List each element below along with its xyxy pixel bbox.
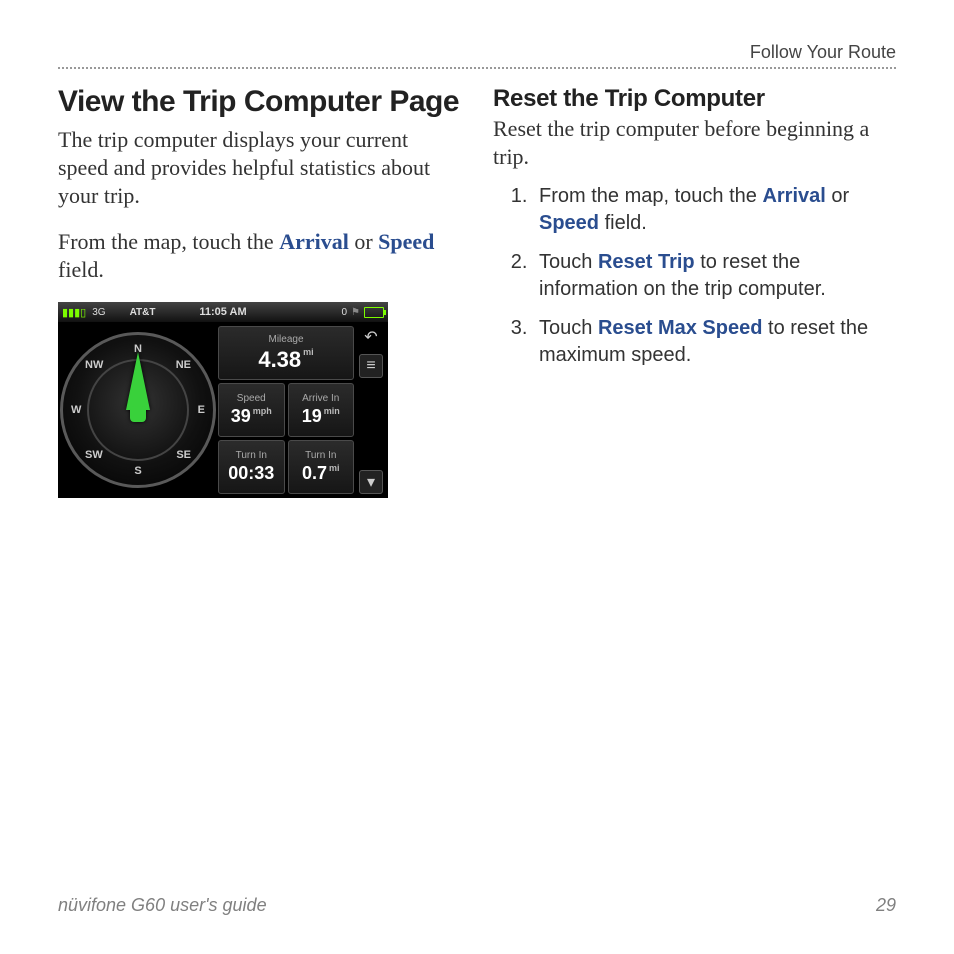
text: or xyxy=(349,229,378,254)
speed-tile[interactable]: Speed 39mph xyxy=(218,383,285,437)
status-indicator: 0 xyxy=(341,307,347,318)
network-label: 3G xyxy=(92,307,105,318)
side-toolbar: ↶ ≡ ▾ xyxy=(354,322,388,498)
step-item: Touch Reset Trip to reset the informatio… xyxy=(533,249,896,303)
menu-icon[interactable]: ≡ xyxy=(359,354,383,378)
signal-icon: ▮▮▮▯ xyxy=(62,306,86,319)
keyword-speed: Speed xyxy=(378,229,434,254)
turn-dist-tile[interactable]: Turn In 0.7mi xyxy=(288,440,355,494)
text: Touch xyxy=(539,251,598,273)
compass-w: W xyxy=(71,404,81,416)
keyword: Arrival xyxy=(762,185,825,207)
step-item: From the map, touch the Arrival or Speed… xyxy=(533,183,896,237)
subsection-intro: Reset the trip computer before beginning… xyxy=(493,115,896,171)
instruction-paragraph: From the map, touch the Arrival or Speed… xyxy=(58,228,461,284)
mileage-tile[interactable]: Mileage 4.38mi xyxy=(218,326,354,380)
tile-value: 39mph xyxy=(231,406,272,427)
battery-icon xyxy=(364,307,384,318)
compass-s: S xyxy=(134,465,141,477)
text: Touch xyxy=(539,317,598,339)
footer-page-number: 29 xyxy=(876,895,896,916)
keyword: Reset Trip xyxy=(598,251,695,273)
trip-tiles: Mileage 4.38mi Speed 39mph Arrive In xyxy=(218,322,354,498)
arrive-tile[interactable]: Arrive In 19min xyxy=(288,383,355,437)
compass-ne: NE xyxy=(176,359,191,371)
compass: N NE E SE S SW W NW xyxy=(60,332,216,488)
tile-value: 19min xyxy=(302,406,340,427)
compass-needle-icon xyxy=(126,352,150,410)
clock: 11:05 AM xyxy=(199,306,246,318)
turn-time-tile[interactable]: Turn In 00:33 xyxy=(218,440,285,494)
text: field. xyxy=(599,212,647,234)
tile-label: Mileage xyxy=(268,334,303,345)
bt-icon: ⚑ xyxy=(351,307,360,318)
text: or xyxy=(826,185,849,207)
breadcrumb: Follow Your Route xyxy=(58,42,896,63)
intro-paragraph: The trip computer displays your current … xyxy=(58,126,461,210)
tile-value: 0.7mi xyxy=(302,463,340,484)
steps-list: From the map, touch the Arrival or Speed… xyxy=(493,183,896,369)
page-footer: nüvifone G60 user's guide 29 xyxy=(58,895,896,916)
compass-sw: SW xyxy=(85,449,103,461)
compass-e: E xyxy=(198,404,205,416)
back-icon[interactable]: ↶ xyxy=(360,326,382,348)
tile-label: Speed xyxy=(237,393,266,404)
section-title: View the Trip Computer Page xyxy=(58,85,461,120)
compass-panel[interactable]: N NE E SE S SW W NW xyxy=(58,322,218,498)
divider xyxy=(58,67,896,69)
tile-value: 4.38mi xyxy=(258,347,313,373)
keyword-arrival: Arrival xyxy=(279,229,349,254)
tile-value: 00:33 xyxy=(228,463,274,484)
text: field. xyxy=(58,257,104,282)
text: From the map, touch the xyxy=(58,229,279,254)
keyword: Reset Max Speed xyxy=(598,317,763,339)
right-column: Reset the Trip Computer Reset the trip c… xyxy=(493,79,896,498)
tile-label: Arrive In xyxy=(302,393,339,404)
compass-nw: NW xyxy=(85,359,103,371)
compass-se: SE xyxy=(176,449,191,461)
status-bar: ▮▮▮▯ 3G AT&T 11:05 AM 0 ⚑ xyxy=(58,302,388,322)
tile-label: Turn In xyxy=(305,450,336,461)
footer-guide-name: nüvifone G60 user's guide xyxy=(58,895,267,916)
text: From the map, touch the xyxy=(539,185,762,207)
device-screenshot: ▮▮▮▯ 3G AT&T 11:05 AM 0 ⚑ N xyxy=(58,302,388,498)
keyword: Speed xyxy=(539,212,599,234)
tile-label: Turn In xyxy=(236,450,267,461)
step-item: Touch Reset Max Speed to reset the maxim… xyxy=(533,315,896,369)
subsection-title: Reset the Trip Computer xyxy=(493,85,896,113)
down-icon[interactable]: ▾ xyxy=(359,470,383,494)
carrier-label: AT&T xyxy=(130,307,156,318)
left-column: View the Trip Computer Page The trip com… xyxy=(58,79,461,498)
